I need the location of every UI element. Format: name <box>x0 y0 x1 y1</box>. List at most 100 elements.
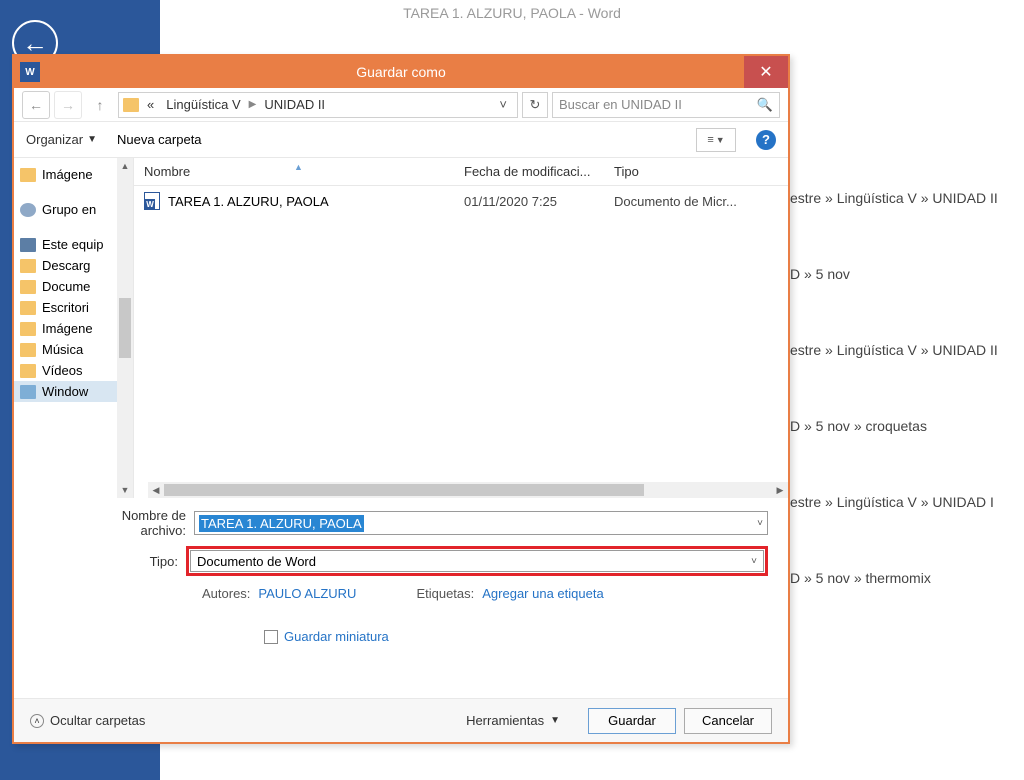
pc-icon <box>20 238 36 252</box>
folder-icon <box>20 364 36 378</box>
sort-asc-icon: ▲ <box>294 162 303 172</box>
file-hscrollbar[interactable]: ◀ ▶ <box>148 482 788 498</box>
close-icon: ✕ <box>759 62 772 82</box>
sidebar-label: Docume <box>42 279 90 294</box>
scroll-down-icon: ▼ <box>117 482 133 498</box>
nav-up-button[interactable]: ↑ <box>86 91 114 119</box>
search-input[interactable]: Buscar en UNIDAD II 🔍 <box>552 92 780 118</box>
sidebar-item-this-pc[interactable]: Este equip <box>14 234 133 255</box>
hide-folders-label: Ocultar carpetas <box>50 713 145 728</box>
save-as-dialog: W Guardar como ✕ ← → ↑ « Lingüística V ▶… <box>12 54 790 744</box>
sidebar-label: Escritori <box>42 300 89 315</box>
sidebar-item-homegroup[interactable]: Grupo en <box>14 199 133 220</box>
column-header-name[interactable]: Nombre ▲ <box>134 164 454 179</box>
column-label: Tipo <box>614 164 639 179</box>
filename-input[interactable]: TAREA 1. ALZURU, PAOLA ˅ <box>194 511 768 535</box>
scrollbar-thumb[interactable] <box>164 484 644 496</box>
breadcrumb[interactable]: « Lingüística V ▶ UNIDAD II ˅ <box>118 92 518 118</box>
file-date: 01/11/2020 7:25 <box>454 194 604 209</box>
folder-icon <box>20 322 36 336</box>
nav-forward-button[interactable]: → <box>54 91 82 119</box>
dialog-titlebar: W Guardar como ✕ <box>14 56 788 88</box>
sidebar-scrollbar[interactable]: ▲ ▼ <box>117 158 133 498</box>
sidebar-label: Música <box>42 342 83 357</box>
help-button[interactable]: ? <box>756 130 776 150</box>
refresh-icon: ↻ <box>530 97 541 113</box>
column-header-date[interactable]: Fecha de modificaci... <box>454 164 604 179</box>
tags-value[interactable]: Agregar una etiqueta <box>482 586 603 601</box>
recent-line: estre » Lingüística V » UNIDAD I <box>790 494 998 510</box>
sidebar-label: Grupo en <box>42 202 96 217</box>
recent-line: estre » Lingüística V » UNIDAD II <box>790 342 998 358</box>
sidebar-item-images[interactable]: Imágene <box>14 164 133 185</box>
chevron-down-icon: ▼ <box>550 715 560 726</box>
file-name: TAREA 1. ALZURU, PAOLA <box>168 194 329 209</box>
chevron-right-icon: ▶ <box>249 99 257 110</box>
filetype-select[interactable]: Documento de Word ˅ <box>190 550 764 572</box>
column-label: Fecha de modificaci... <box>464 164 590 179</box>
arrow-left-icon: ← <box>29 97 43 113</box>
hide-folders-button[interactable]: ˄ Ocultar carpetas <box>30 713 145 728</box>
organize-label: Organizar <box>26 132 83 147</box>
tags-label: Etiquetas: <box>416 586 474 601</box>
tools-menu[interactable]: Herramientas ▼ <box>466 713 560 728</box>
word-doc-icon <box>144 192 160 210</box>
collapse-icon: ˄ <box>30 714 44 728</box>
nav-back-button[interactable]: ← <box>22 91 50 119</box>
filetype-value: Documento de Word <box>197 554 316 569</box>
save-thumbnail-checkbox[interactable] <box>264 630 278 644</box>
sidebar-item-videos[interactable]: Vídeos <box>14 360 133 381</box>
authors-value[interactable]: PAULO ALZURU <box>258 586 356 601</box>
filename-value: TAREA 1. ALZURU, PAOLA <box>199 515 364 532</box>
breadcrumb-part[interactable]: Lingüística V <box>162 95 244 114</box>
sidebar-item-downloads[interactable]: Descarg <box>14 255 133 276</box>
sidebar-label: Descarg <box>42 258 90 273</box>
sidebar-item-windows-drive[interactable]: Window <box>14 381 133 402</box>
save-button[interactable]: Guardar <box>588 708 676 734</box>
group-icon <box>20 203 36 217</box>
breadcrumb-part[interactable]: UNIDAD II <box>260 95 329 114</box>
sidebar-item-desktop[interactable]: Escritori <box>14 297 133 318</box>
recent-line: D » 5 nov » thermomix <box>790 570 998 586</box>
sidebar-label: Vídeos <box>42 363 82 378</box>
scrollbar-thumb[interactable] <box>119 298 131 358</box>
search-placeholder: Buscar en UNIDAD II <box>559 97 682 112</box>
folder-icon <box>20 168 36 182</box>
save-thumbnail-label: Guardar miniatura <box>284 629 389 644</box>
refresh-button[interactable]: ↻ <box>522 92 548 118</box>
scroll-left-icon: ◀ <box>148 485 164 496</box>
sidebar-item-music[interactable]: Música <box>14 339 133 360</box>
folder-tree: Imágene Grupo en Este equip Descarg Docu… <box>14 158 134 498</box>
filetype-highlight: Documento de Word ˅ <box>186 546 768 576</box>
column-header-type[interactable]: Tipo <box>604 164 788 179</box>
chevron-down-icon[interactable]: ˅ <box>757 518 763 529</box>
recent-line: D » 5 nov » croquetas <box>790 418 998 434</box>
chevron-down-icon[interactable]: ˅ <box>751 556 757 567</box>
file-type: Documento de Micr... <box>604 194 788 209</box>
view-options-button[interactable]: ≡ ▼ <box>696 128 736 152</box>
sidebar-label: Este equip <box>42 237 103 252</box>
sidebar-item-documents[interactable]: Docume <box>14 276 133 297</box>
help-icon: ? <box>762 132 770 147</box>
organize-menu[interactable]: Organizar ▼ <box>26 132 97 147</box>
arrow-right-icon: → <box>61 97 75 113</box>
arrow-up-icon: ↑ <box>97 97 104 113</box>
recent-locations-bg: estre » Lingüística V » UNIDAD II D » 5 … <box>790 190 998 646</box>
file-row[interactable]: TAREA 1. ALZURU, PAOLA 01/11/2020 7:25 D… <box>134 186 788 216</box>
new-folder-button[interactable]: Nueva carpeta <box>117 132 202 147</box>
folder-icon <box>20 343 36 357</box>
sidebar-label: Imágene <box>42 321 93 336</box>
sidebar-item-pictures[interactable]: Imágene <box>14 318 133 339</box>
cancel-button[interactable]: Cancelar <box>684 708 772 734</box>
chevron-down-icon[interactable]: ˅ <box>493 97 513 112</box>
list-icon: ≡ <box>707 134 713 146</box>
breadcrumb-prefix: « <box>143 95 158 114</box>
chevron-down-icon: ▼ <box>716 135 725 145</box>
sidebar-label: Window <box>42 384 88 399</box>
close-button[interactable]: ✕ <box>744 56 788 88</box>
filename-label: Nombre de archivo: <box>74 508 194 538</box>
drive-icon <box>20 385 36 399</box>
dialog-title: Guardar como <box>14 64 788 80</box>
folder-icon <box>20 301 36 315</box>
folder-icon <box>20 259 36 273</box>
